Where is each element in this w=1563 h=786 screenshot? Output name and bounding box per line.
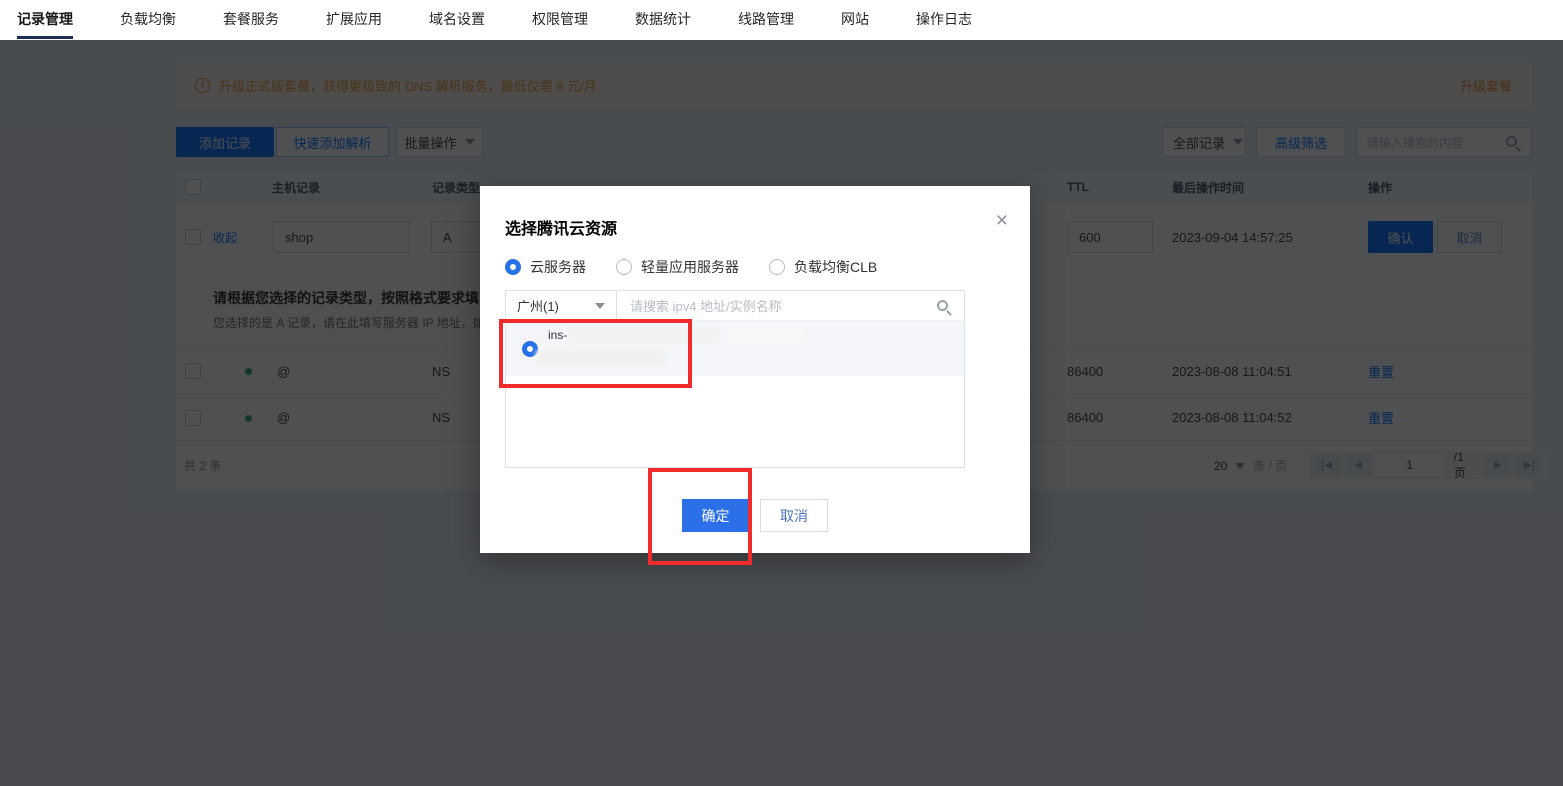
tab-record-management[interactable]: 记录管理 xyxy=(17,0,73,40)
radio-cvm[interactable]: 云服务器 xyxy=(505,257,586,277)
tab-permission-management[interactable]: 权限管理 xyxy=(532,0,588,40)
instance-id-line: ins- xyxy=(548,328,805,342)
search-icon[interactable] xyxy=(937,300,948,311)
cancel-button[interactable]: 取消 xyxy=(760,499,828,532)
tab-extension-apps[interactable]: 扩展应用 xyxy=(326,0,382,40)
redacted-text xyxy=(536,350,666,366)
instance-search-input[interactable]: 请搜索 ipv4 地址/实例名称 xyxy=(617,291,964,320)
tab-data-statistics[interactable]: 数据统计 xyxy=(635,0,691,40)
resource-type-radios: 云服务器 轻量应用服务器 负载均衡CLB xyxy=(505,257,907,277)
instance-ip-line xyxy=(536,350,666,371)
tab-website[interactable]: 网站 xyxy=(841,0,869,40)
instance-picker: 广州(1) 请搜索 ipv4 地址/实例名称 ins- xyxy=(505,290,965,468)
close-icon[interactable]: × xyxy=(996,210,1008,231)
region-select[interactable]: 广州(1) xyxy=(506,291,617,320)
screen: 记录管理 负载均衡 套餐服务 扩展应用 域名设置 权限管理 数据统计 线路管理 … xyxy=(0,0,1563,786)
chevron-down-icon xyxy=(595,303,605,309)
dialog-title: 选择腾讯云资源 xyxy=(505,215,617,239)
radio-lighthouse[interactable]: 轻量应用服务器 xyxy=(616,257,739,277)
instance-search-placeholder: 请搜索 ipv4 地址/实例名称 xyxy=(617,296,782,315)
tab-line-management[interactable]: 线路管理 xyxy=(738,0,794,40)
tab-operation-log[interactable]: 操作日志 xyxy=(916,0,972,40)
tab-domain-settings[interactable]: 域名设置 xyxy=(429,0,485,40)
radio-selected-icon xyxy=(505,259,521,275)
radio-icon xyxy=(769,259,785,275)
top-navigation: 记录管理 负载均衡 套餐服务 扩展应用 域名设置 权限管理 数据统计 线路管理 … xyxy=(0,0,1563,40)
tab-load-balancing[interactable]: 负载均衡 xyxy=(120,0,176,40)
tab-plan-service[interactable]: 套餐服务 xyxy=(223,0,279,40)
select-cloud-resource-dialog: 选择腾讯云资源 × 云服务器 轻量应用服务器 负载均衡CLB 广州(1) 请搜索 xyxy=(480,186,1030,553)
radio-icon xyxy=(616,259,632,275)
radio-label: 负载均衡CLB xyxy=(794,257,877,277)
instance-id-prefix: ins- xyxy=(548,328,567,342)
radio-clb[interactable]: 负载均衡CLB xyxy=(769,257,877,277)
redacted-text xyxy=(727,329,805,341)
instance-list-item[interactable]: ins- xyxy=(506,321,964,376)
region-value: 广州(1) xyxy=(517,296,559,315)
redacted-text xyxy=(569,328,719,342)
radio-label: 云服务器 xyxy=(530,257,586,277)
confirm-button[interactable]: 确定 xyxy=(682,499,749,532)
radio-label: 轻量应用服务器 xyxy=(641,257,739,277)
